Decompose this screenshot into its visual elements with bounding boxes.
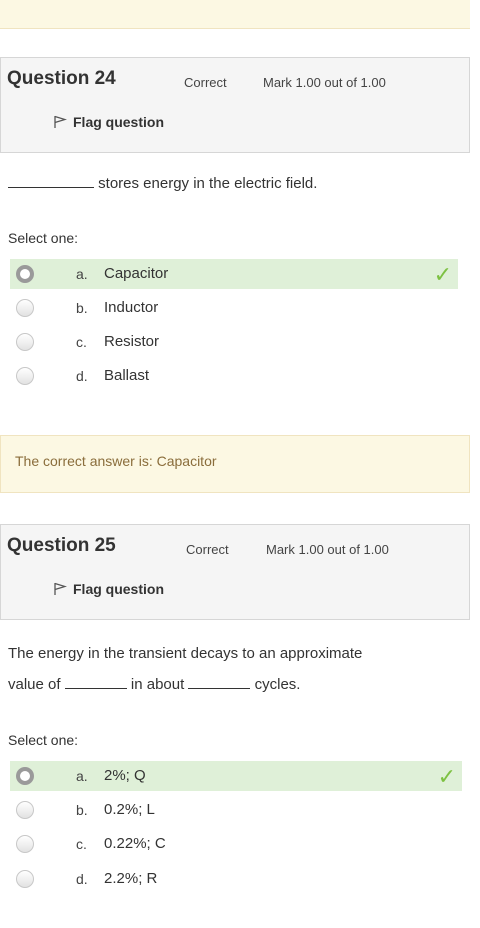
flag-icon [54,115,67,128]
option-text: Inductor [104,299,159,316]
option-text: Capacitor [104,265,169,282]
option-letter: c. [76,836,87,852]
radio-button[interactable] [16,870,34,888]
option-text: 2.2%; R [104,870,158,887]
answer-option-b[interactable]: b. 0.2%; L [10,795,458,825]
flag-question-label: Flag question [73,114,164,130]
answer-blank [8,173,94,188]
previous-feedback-box [0,0,470,29]
correct-answer-feedback: The correct answer is: Capacitor [0,435,470,493]
flag-icon [54,582,67,595]
answer-blank [188,674,251,689]
flag-question-link[interactable]: Flag question [53,581,164,597]
answer-option-c[interactable]: c. Resistor [10,327,458,357]
check-icon: ✓ [433,262,452,287]
question-25-text: The energy in the transient decays to an… [8,638,362,700]
question-24-info: Question 24 Correct Mark 1.00 out of 1.0… [0,57,470,153]
radio-button[interactable] [16,767,34,785]
answer-option-d[interactable]: d. Ballast [10,361,458,391]
select-one-prompt: Select one: [8,230,79,246]
option-text: Resistor [104,333,160,350]
feedback-text: The correct answer is: Capacitor [15,453,217,469]
question-state: Correct [184,75,227,90]
question-text-line-2: value of in about cycles. [8,669,362,700]
question-text-segment: value of [8,676,61,693]
option-text: Ballast [104,367,150,384]
option-letter: a. [76,768,88,784]
answer-option-d[interactable]: d. 2.2%; R [10,864,458,894]
question-24-text: stores energy in the electric field. [8,168,317,199]
option-text: 2%; Q [104,767,146,784]
radio-button[interactable] [16,367,34,385]
question-grade: Mark 1.00 out of 1.00 [266,542,389,557]
question-grade: Mark 1.00 out of 1.00 [263,75,386,90]
radio-button[interactable] [16,333,34,351]
flag-question-label: Flag question [73,581,164,597]
option-text: 0.22%; C [104,835,166,852]
option-letter: d. [76,871,88,887]
option-letter: b. [76,802,88,818]
question-text-segment: in about [130,676,185,693]
question-text-segment: cycles. [254,676,301,693]
question-text-line-1: The energy in the transient decays to an… [8,645,363,662]
radio-button[interactable] [16,299,34,317]
radio-button[interactable] [16,265,34,283]
check-icon: ✓ [437,764,456,789]
answer-option-c[interactable]: c. 0.22%; C [10,829,458,859]
question-number: Question 25 [7,535,116,556]
answer-option-a[interactable]: a. Capacitor ✓ [10,259,458,289]
answer-option-a[interactable]: a. 2%; Q ✓ [10,761,462,791]
answer-blank [64,674,127,689]
radio-button[interactable] [16,835,34,853]
question-state: Correct [186,542,229,557]
option-letter: a. [76,266,88,282]
option-letter: c. [76,334,87,350]
option-letter: b. [76,300,88,316]
question-25-info: Question 25 Correct Mark 1.00 out of 1.0… [0,524,470,620]
answer-option-b[interactable]: b. Inductor [10,293,458,323]
question-text-body: stores energy in the electric field. [98,175,318,192]
question-number: Question 24 [7,68,116,89]
radio-button[interactable] [16,801,34,819]
option-text: 0.2%; L [104,801,155,818]
flag-question-link[interactable]: Flag question [53,114,164,130]
select-one-prompt: Select one: [8,732,79,748]
option-letter: d. [76,368,88,384]
